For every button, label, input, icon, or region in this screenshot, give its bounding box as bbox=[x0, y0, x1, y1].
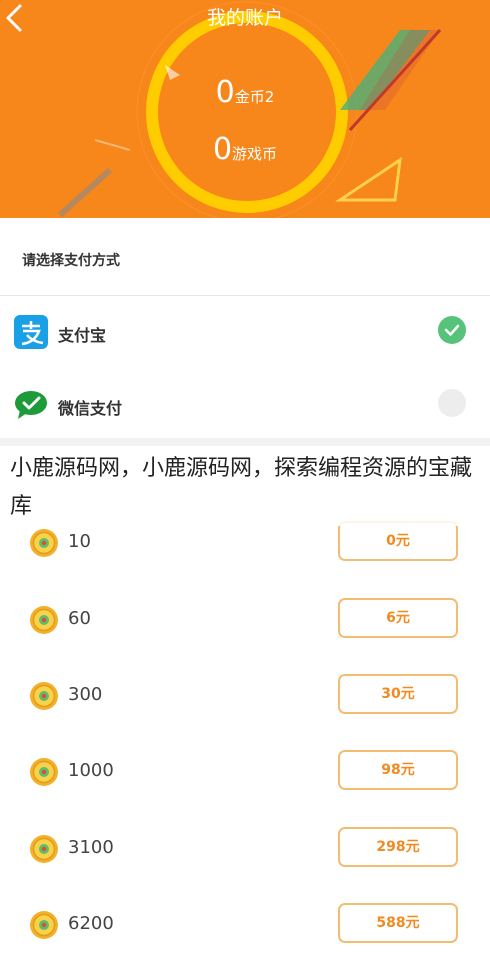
package-amount: 3100 bbox=[68, 837, 114, 858]
coin-icon bbox=[30, 606, 58, 634]
balance-game: 0游戏币 bbox=[0, 132, 490, 167]
wechat-icon bbox=[15, 391, 47, 419]
alipay-label: 支付宝 bbox=[58, 326, 107, 345]
price-button[interactable]: 588元 bbox=[338, 903, 458, 943]
balance-game-unit: 游戏币 bbox=[232, 145, 278, 163]
package-row: 3100 298元 bbox=[0, 825, 490, 875]
price-button[interactable]: 298元 bbox=[338, 827, 458, 867]
coin-icon bbox=[30, 835, 58, 863]
price-button[interactable]: 98元 bbox=[338, 750, 458, 790]
package-row: 6200 588元 bbox=[0, 901, 490, 951]
package-amount: 10 bbox=[68, 531, 91, 552]
coin-icon bbox=[30, 682, 58, 710]
balance-game-value: 0 bbox=[212, 132, 233, 167]
payment-option-alipay[interactable]: 支付宝 bbox=[0, 303, 490, 363]
package-row: 1000 98元 bbox=[0, 748, 490, 798]
package-row: 60 6元 bbox=[0, 596, 490, 646]
price-button[interactable]: 30元 bbox=[338, 674, 458, 714]
balance-gold-unit: 金币2 bbox=[234, 88, 275, 106]
section-gap bbox=[0, 438, 490, 446]
payment-option-wechat[interactable]: 微信支付 bbox=[0, 376, 490, 436]
package-amount: 300 bbox=[68, 684, 103, 705]
wechat-check-radio[interactable] bbox=[438, 389, 466, 417]
wechat-label: 微信支付 bbox=[58, 399, 123, 418]
alipay-icon bbox=[14, 315, 48, 349]
package-amount: 6200 bbox=[68, 913, 114, 934]
alipay-check-radio[interactable] bbox=[438, 316, 466, 344]
coin-icon bbox=[30, 758, 58, 786]
watermark-text: 小鹿源码网，小鹿源码网，探索编程资源的宝藏库 bbox=[10, 450, 490, 526]
package-row: 300 30元 bbox=[0, 672, 490, 722]
payment-section: 请选择支付方式 支付宝 微信支付 bbox=[0, 218, 490, 438]
price-button[interactable]: 6元 bbox=[338, 598, 458, 638]
coin-icon bbox=[30, 911, 58, 939]
price-button[interactable]: 0元 bbox=[338, 521, 458, 561]
page-title: 我的账户 bbox=[206, 7, 283, 29]
package-row: 10 0元 bbox=[0, 519, 490, 569]
checkmark-icon bbox=[444, 324, 460, 336]
divider bbox=[0, 295, 490, 296]
payment-heading: 请选择支付方式 bbox=[22, 253, 120, 269]
balance-gold: 0金币2 bbox=[0, 75, 490, 110]
coin-icon bbox=[30, 529, 58, 557]
package-amount: 1000 bbox=[68, 760, 114, 781]
account-header: 我的账户 0金币2 0游戏币 bbox=[0, 0, 490, 218]
package-amount: 60 bbox=[68, 608, 91, 629]
balance-gold-value: 0 bbox=[215, 75, 235, 110]
